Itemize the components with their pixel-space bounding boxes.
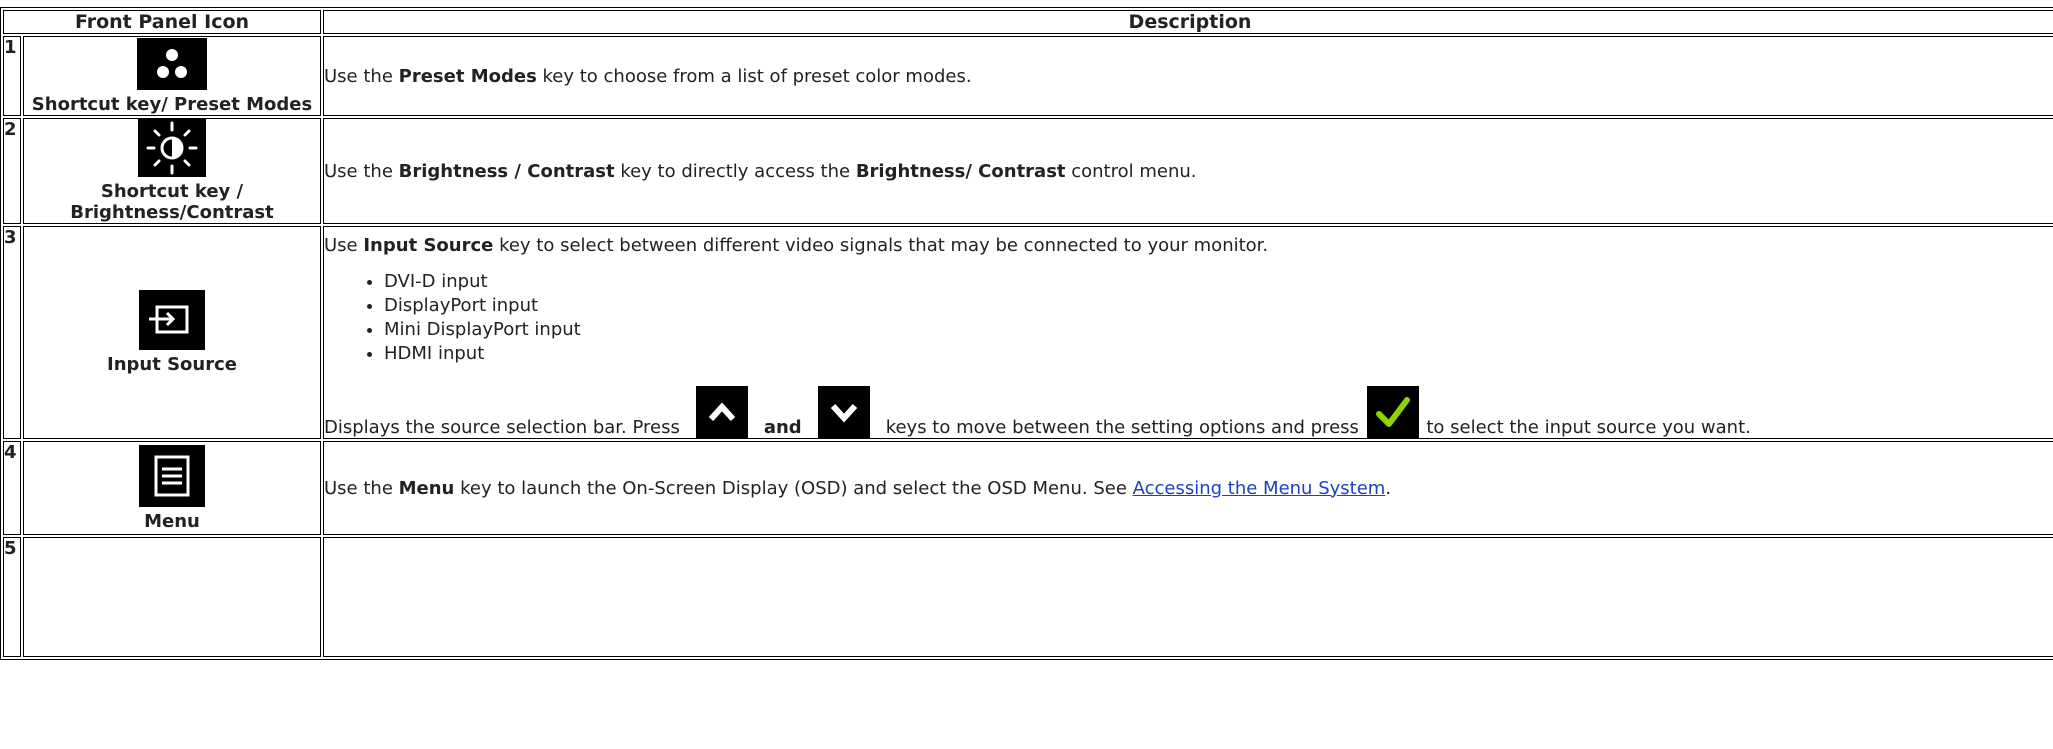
row-number: 4 <box>3 441 21 535</box>
menu-icon <box>139 444 205 507</box>
desc-bold: Menu <box>398 477 455 499</box>
desc-text: control menu. <box>1065 160 1197 182</box>
input-source-list: DVI-D input DisplayPort input Mini Displ… <box>324 270 2053 366</box>
desc-line: Displays the source selection bar. Press… <box>324 386 2053 438</box>
preset-modes-icon <box>137 37 207 90</box>
description-cell: Use Input Source key to select between d… <box>323 226 2053 439</box>
icon-cell <box>23 537 321 657</box>
table-header-row: Front Panel Icon Description <box>3 10 2053 34</box>
desc-text: Use <box>324 235 364 256</box>
icon-cell: Shortcut key/ Preset Modes <box>23 36 321 116</box>
icon-caption: Input Source <box>107 354 237 375</box>
list-item: HDMI input <box>384 342 2053 366</box>
list-item: DVI-D input <box>384 270 2053 294</box>
brightness-contrast-icon <box>138 119 206 177</box>
desc-text: Displays the source selection bar. Press <box>324 417 686 438</box>
desc-text: Use the <box>324 65 399 87</box>
desc-text: key to launch the On-Screen Display (OSD… <box>454 477 1133 499</box>
desc-text: keys to move between the setting options… <box>879 417 1365 438</box>
desc-text: key to directly access the <box>614 160 856 182</box>
icon-cell: Input Source <box>23 226 321 439</box>
front-panel-table: Front Panel Icon Description 1 Shortcut … <box>0 7 2053 660</box>
desc-bold: Brightness / Contrast <box>398 160 615 182</box>
list-item: Mini DisplayPort input <box>384 318 2053 342</box>
clipped-text-line <box>0 0 760 5</box>
row-number: 2 <box>3 118 21 224</box>
description-cell <box>323 537 2053 657</box>
desc-bold: Preset Modes <box>398 65 537 87</box>
description-cell: Use the Preset Modes key to choose from … <box>323 36 2053 116</box>
icon-caption: Shortcut key/ Preset Modes <box>31 93 313 115</box>
desc-bold: Brightness/ Contrast <box>855 160 1066 182</box>
desc-text: to select the input source you want. <box>1420 417 1751 438</box>
row-number: 1 <box>3 36 21 116</box>
list-item: DisplayPort input <box>384 294 2053 318</box>
table-row: 2 Shortcut key / Brightness/Contrast Use… <box>3 118 2053 224</box>
desc-text: Use the <box>324 477 399 499</box>
desc-text: key to choose from a list of preset colo… <box>536 65 972 87</box>
row-number: 3 <box>3 226 21 439</box>
header-description: Description <box>323 10 2053 34</box>
icon-caption: Menu <box>144 510 200 532</box>
desc-text: . <box>1385 477 1392 499</box>
accessing-menu-system-link[interactable]: Accessing the Menu System <box>1133 478 1386 499</box>
table-row: 4 Menu Use the Menu key to launch the On… <box>3 441 2053 535</box>
desc-text: Use the <box>324 160 399 182</box>
chevron-up-icon <box>695 386 748 438</box>
description-cell: Use the Menu key to launch the On-Screen… <box>323 441 2053 535</box>
icon-cell: Shortcut key / Brightness/Contrast <box>23 118 321 224</box>
icon-caption: Shortcut key / Brightness/Contrast <box>70 181 274 223</box>
chevron-down-icon <box>817 386 870 438</box>
desc-bold: and <box>757 417 808 438</box>
row-number: 5 <box>3 537 21 657</box>
desc-text: key to select between different video si… <box>493 235 1269 256</box>
description-cell: Use the Brightness / Contrast key to dir… <box>323 118 2053 224</box>
input-source-icon <box>139 290 205 350</box>
table-row: 3 Input Source Use Input Source key to s… <box>3 226 2053 439</box>
table-row: 5 <box>3 537 2053 657</box>
header-front-panel-icon: Front Panel Icon <box>3 10 321 34</box>
icon-cell: Menu <box>23 441 321 535</box>
desc-bold: Input Source <box>363 235 494 256</box>
desc-line: Use Input Source key to select between d… <box>324 235 2053 256</box>
table-row: 1 Shortcut key/ Preset Modes Use the Pre… <box>3 36 2053 116</box>
checkmark-icon <box>1366 386 1419 438</box>
